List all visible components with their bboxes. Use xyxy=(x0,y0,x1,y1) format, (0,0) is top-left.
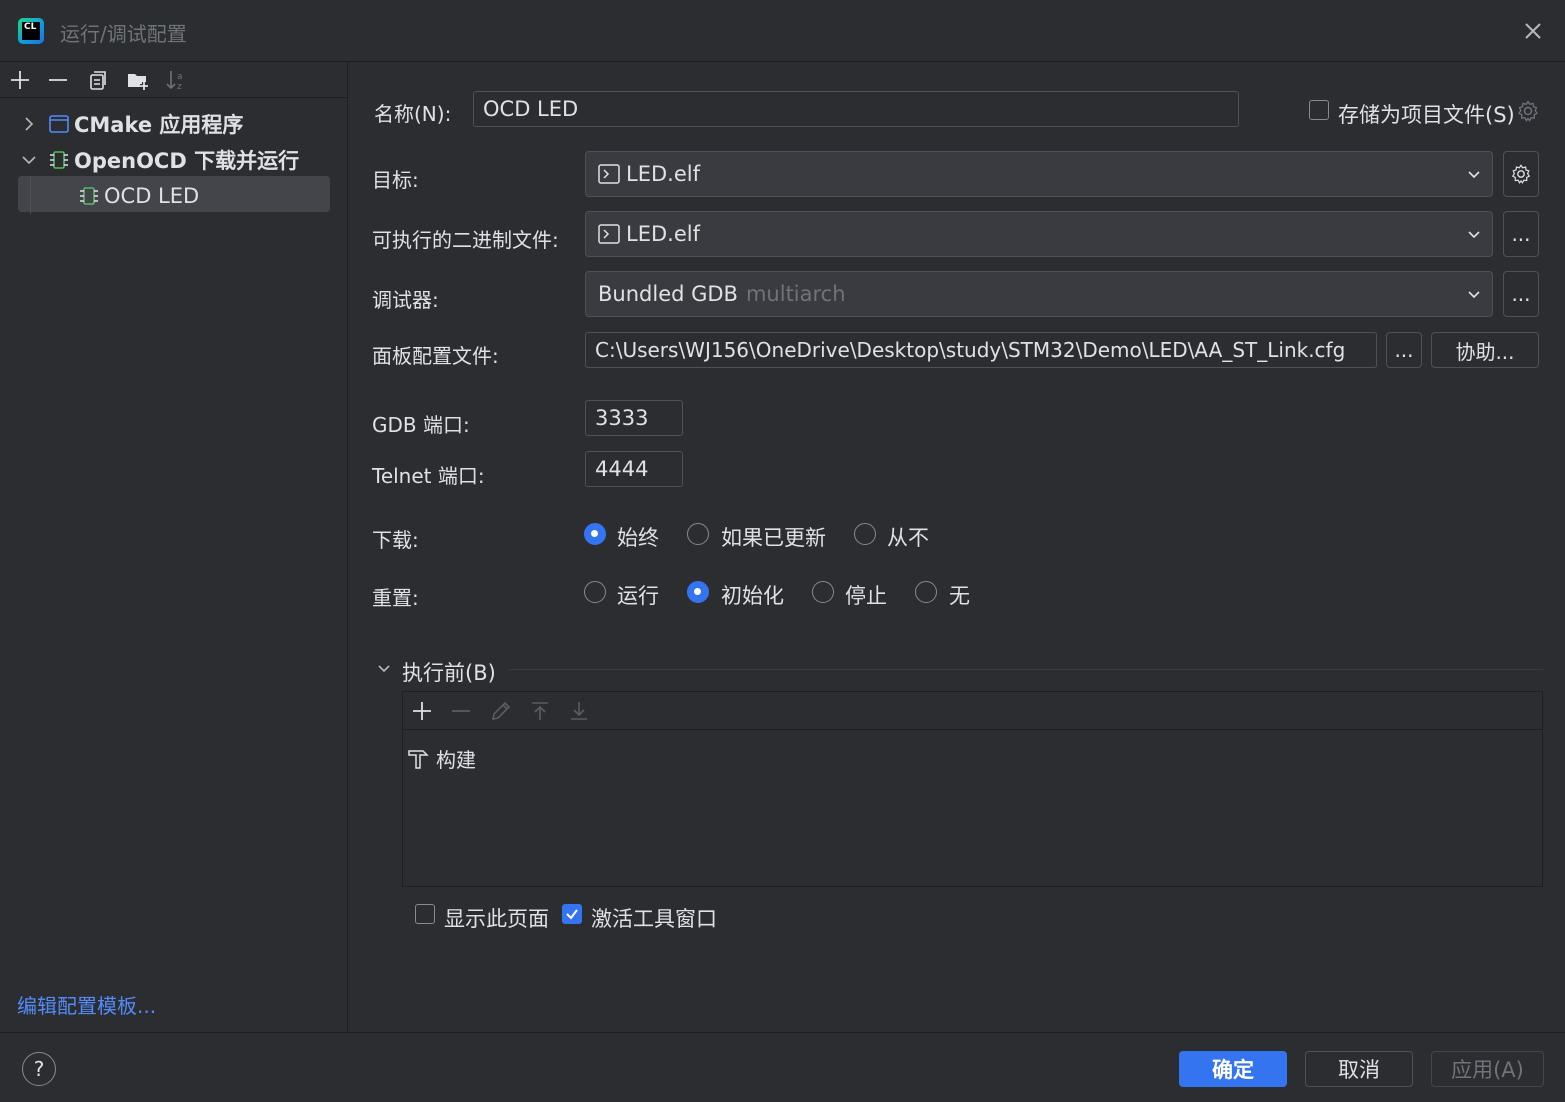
gdb-port-label: GDB 端口: xyxy=(372,413,470,437)
download-always-radio[interactable] xyxy=(584,523,606,545)
download-option-label: 从不 xyxy=(887,526,929,550)
before-launch-task-list: 构建 xyxy=(402,691,1543,887)
checkmark-icon xyxy=(566,909,578,920)
tree-toolbar: az xyxy=(0,62,348,98)
chevron-down-icon[interactable] xyxy=(1466,226,1482,242)
gear-icon xyxy=(1511,164,1531,184)
activate-tool-window-label: 激活工具窗口 xyxy=(591,907,717,931)
reset-none-radio[interactable] xyxy=(915,581,937,603)
gear-icon[interactable] xyxy=(1516,99,1540,123)
remove-icon[interactable] xyxy=(449,699,473,723)
debugger-hint: multiarch xyxy=(745,282,846,306)
target-select[interactable]: LED.elf xyxy=(585,151,1493,197)
executable-browse-button[interactable]: ... xyxy=(1503,211,1539,257)
board-config-browse-button[interactable]: ... xyxy=(1386,332,1422,368)
board-config-label: 面板配置文件: xyxy=(372,344,499,368)
download-if-updated-radio[interactable] xyxy=(687,523,709,545)
download-option-label: 如果已更新 xyxy=(721,526,826,550)
activate-tool-window-checkbox[interactable] xyxy=(562,904,582,924)
debugger-value: Bundled GDB xyxy=(598,282,738,306)
assist-button[interactable]: 协助... xyxy=(1431,332,1539,368)
ok-button[interactable]: 确定 xyxy=(1179,1051,1287,1087)
add-icon[interactable] xyxy=(8,68,32,92)
help-button[interactable]: ? xyxy=(22,1052,56,1086)
gdb-port-input[interactable]: 3333 xyxy=(585,400,683,436)
name-label: 名称(N): xyxy=(374,102,452,126)
tree-guide-line xyxy=(30,176,31,214)
chevron-down-icon[interactable] xyxy=(1466,166,1482,182)
name-input[interactable]: OCD LED xyxy=(473,91,1239,127)
before-launch-title[interactable]: 执行前(B) xyxy=(402,657,496,687)
executable-label: 可执行的二进制文件: xyxy=(372,228,559,252)
reset-option-label: 无 xyxy=(949,584,970,608)
telnet-port-label: Telnet 端口: xyxy=(372,464,485,488)
task-item-label: 构建 xyxy=(436,748,476,772)
reset-option-label: 初始化 xyxy=(721,584,784,608)
reset-option-label: 运行 xyxy=(617,584,659,608)
telnet-port-input[interactable]: 4444 xyxy=(585,451,683,487)
target-settings-button[interactable] xyxy=(1503,151,1539,197)
copy-icon[interactable] xyxy=(86,68,110,92)
reset-option-label: 停止 xyxy=(845,584,887,608)
window-title: 运行/调试配置 xyxy=(60,22,187,46)
tree-item-label: OpenOCD 下载并运行 xyxy=(74,149,300,173)
config-tree-panel: az CMake 应用程序 OpenOCD 下载并运行 OCD LED 编辑配置… xyxy=(0,62,348,1032)
clion-app-icon: CL xyxy=(18,18,44,44)
debugger-label: 调试器: xyxy=(372,288,439,312)
title-bar: CL 运行/调试配置 xyxy=(0,0,1565,62)
store-as-project-file-label: 存储为项目文件(S) xyxy=(1338,103,1515,127)
close-icon[interactable] xyxy=(1519,17,1547,45)
chevron-down-icon[interactable] xyxy=(376,660,392,676)
chevron-right-icon[interactable] xyxy=(20,115,38,133)
tree-item-label: OCD LED xyxy=(104,184,200,208)
chevron-down-icon[interactable] xyxy=(1466,286,1482,302)
config-form: 名称(N): OCD LED 存储为项目文件(S) 目标: LED.elf 可执… xyxy=(349,62,1565,1032)
executable-value: LED.elf xyxy=(626,222,700,246)
task-item-build[interactable]: 构建 xyxy=(406,744,476,773)
executable-icon xyxy=(598,164,620,184)
edit-templates-link[interactable]: 编辑配置模板... xyxy=(17,990,156,1019)
task-toolbar xyxy=(403,692,1542,730)
board-config-input[interactable]: C:\Users\WJ156\OneDrive\Desktop\study\ST… xyxy=(585,332,1377,368)
download-label: 下载: xyxy=(372,528,419,552)
edit-icon[interactable] xyxy=(489,699,513,723)
tree-item-cmake-app[interactable]: CMake 应用程序 xyxy=(20,107,243,141)
chip-icon xyxy=(50,151,68,169)
cmake-app-icon xyxy=(49,115,69,133)
target-value: LED.elf xyxy=(626,162,700,186)
store-as-project-file-checkbox[interactable] xyxy=(1309,100,1329,120)
show-page-checkbox[interactable] xyxy=(415,904,435,924)
svg-text:a: a xyxy=(177,72,183,82)
debugger-select[interactable]: Bundled GDB multiarch xyxy=(585,271,1493,317)
reset-run-radio[interactable] xyxy=(584,581,606,603)
svg-text:z: z xyxy=(177,82,182,92)
dialog-footer: ? 确定 取消 应用(A) xyxy=(0,1032,1565,1102)
show-page-label: 显示此页面 xyxy=(444,907,549,931)
tree-item-label: CMake 应用程序 xyxy=(74,113,244,137)
section-divider xyxy=(509,669,1543,670)
sort-icon[interactable]: az xyxy=(164,68,188,92)
move-up-icon[interactable] xyxy=(528,699,552,723)
cancel-button[interactable]: 取消 xyxy=(1305,1051,1413,1087)
target-label: 目标: xyxy=(372,168,419,192)
reset-label: 重置: xyxy=(372,586,419,610)
executable-icon xyxy=(598,224,620,244)
download-option-label: 始终 xyxy=(617,526,659,550)
tree-item-openocd[interactable]: OpenOCD 下载并运行 xyxy=(20,143,299,177)
reset-halt-radio[interactable] xyxy=(812,581,834,603)
tree-item-ocd-led[interactable]: OCD LED xyxy=(78,179,199,213)
executable-select[interactable]: LED.elf xyxy=(585,211,1493,257)
add-icon[interactable] xyxy=(410,699,434,723)
apply-button[interactable]: 应用(A) xyxy=(1431,1051,1544,1087)
debugger-browse-button[interactable]: ... xyxy=(1503,271,1539,317)
new-folder-icon[interactable] xyxy=(126,68,150,92)
chip-icon xyxy=(80,187,98,205)
hammer-icon xyxy=(408,749,429,769)
download-never-radio[interactable] xyxy=(854,523,876,545)
move-down-icon[interactable] xyxy=(567,699,591,723)
chevron-down-icon[interactable] xyxy=(20,151,38,169)
remove-icon[interactable] xyxy=(46,68,70,92)
reset-init-radio[interactable] xyxy=(687,581,709,603)
